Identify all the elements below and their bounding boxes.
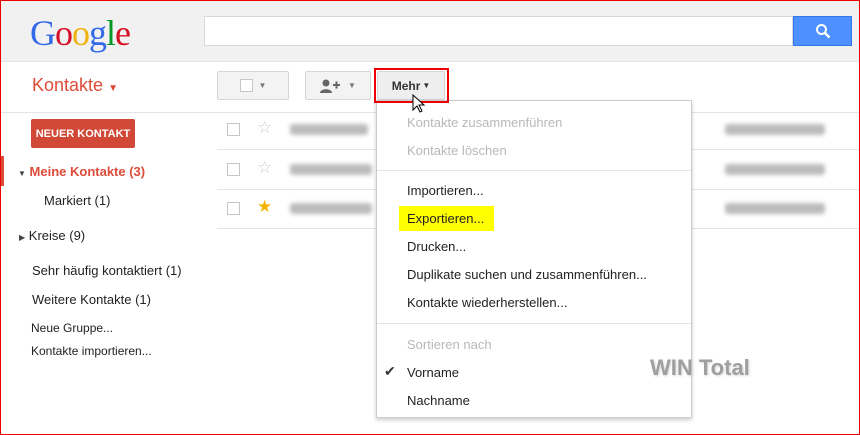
add-person-icon (320, 79, 341, 93)
star-icon[interactable]: ☆ (257, 118, 272, 138)
sidebar-item-frequent[interactable]: Sehr häufig kontaktiert (1) (32, 263, 182, 278)
menu-item-merge: Kontakte zusammenführen (407, 115, 563, 130)
menu-item-export[interactable]: Exportieren... (407, 211, 484, 226)
search-button[interactable] (793, 16, 852, 46)
menu-item-sort-last-name[interactable]: Nachname (407, 393, 470, 408)
search-icon (815, 24, 830, 39)
watermark: WIN Total (650, 355, 750, 380)
contact-phone-blurred (725, 203, 825, 214)
sidebar-item-my-contacts[interactable]: ▼ Meine Kontakte (3) (18, 164, 145, 179)
contact-name-blurred (290, 124, 368, 135)
menu-item-import[interactable]: Importieren... (407, 183, 484, 198)
menu-item-restore[interactable]: Kontakte wiederherstellen... (407, 295, 567, 310)
search-input[interactable] (204, 16, 793, 46)
menu-header-sort: Sortieren nach (407, 337, 492, 352)
caret-right-icon: ▶ (19, 233, 26, 242)
menu-divider (377, 323, 691, 324)
sidebar-item-circles[interactable]: ▶ Kreise (9) (19, 228, 85, 243)
menu-item-duplicates[interactable]: Duplikate suchen und zusammenführen... (407, 267, 647, 282)
row-checkbox[interactable] (227, 202, 240, 215)
caret-down-icon: ▼ (258, 81, 267, 90)
contact-phone-blurred (725, 124, 825, 135)
contact-name-blurred (290, 203, 372, 214)
more-dropdown-menu: Kontakte zusammenführen Kontakte löschen… (376, 100, 692, 418)
caret-down-icon: ▼ (108, 83, 118, 94)
new-group-link[interactable]: Neue Gruppe... (31, 321, 113, 335)
star-filled-icon[interactable]: ★ (257, 197, 272, 217)
caret-down-icon: ▼ (348, 81, 356, 90)
active-indicator (0, 156, 4, 186)
checkbox-icon (239, 79, 253, 92)
row-checkbox[interactable] (227, 123, 240, 136)
contact-name-blurred (290, 164, 372, 175)
menu-item-print[interactable]: Drucken... (407, 239, 466, 254)
row-checkbox[interactable] (227, 163, 240, 176)
add-to-circle-button[interactable]: ▼ (305, 71, 371, 100)
menu-item-sort-first-name[interactable]: Vorname (407, 365, 459, 380)
import-contacts-link[interactable]: Kontakte importieren... (31, 344, 152, 358)
new-contact-button[interactable]: NEUER KONTAKT (31, 119, 135, 148)
app-title[interactable]: Kontakte ▼ (32, 75, 118, 96)
sidebar-item-starred[interactable]: Markiert (1) (44, 193, 110, 208)
contact-phone-blurred (725, 164, 825, 175)
menu-divider (377, 170, 691, 171)
google-logo[interactable]: Google (30, 12, 131, 54)
check-icon: ✔ (384, 363, 396, 379)
sidebar-item-other[interactable]: Weitere Kontakte (1) (32, 292, 151, 307)
cursor-icon (412, 94, 426, 113)
caret-down-icon: ▼ (18, 169, 26, 178)
select-button[interactable]: ▼ (217, 71, 289, 100)
menu-item-delete: Kontakte löschen (407, 143, 507, 158)
star-icon[interactable]: ☆ (257, 158, 272, 178)
header: Google (0, 0, 860, 62)
